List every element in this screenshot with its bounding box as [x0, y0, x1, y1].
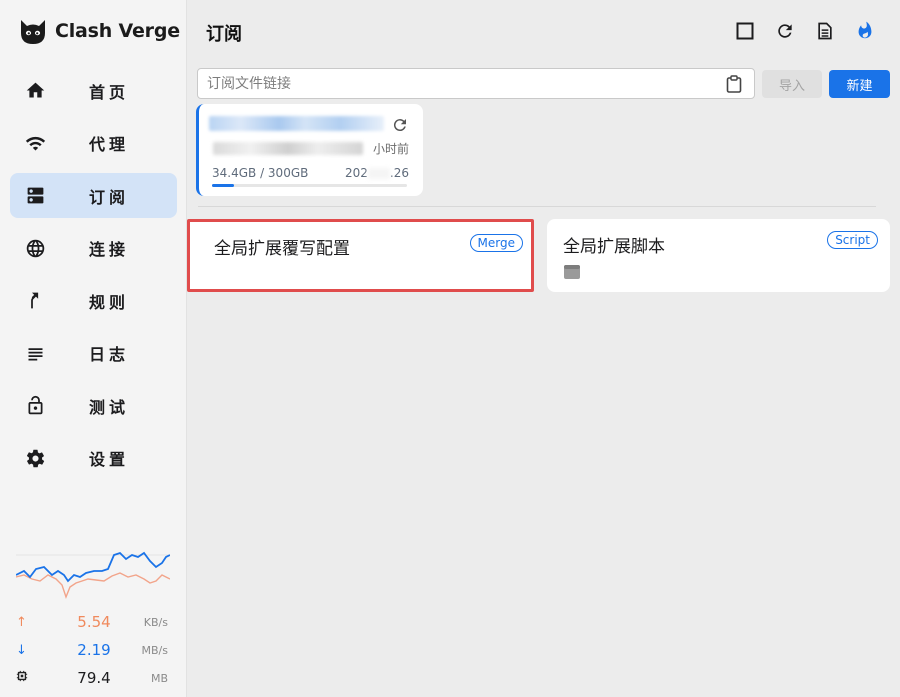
- memory-value: 79.4: [77, 669, 111, 687]
- profile-updated-time: 小时前: [372, 142, 409, 156]
- lock-icon: [23, 394, 47, 418]
- clipboard-icon[interactable]: [726, 75, 742, 93]
- sidebar-item-label: 设置: [89, 450, 130, 469]
- header-actions: [734, 20, 876, 42]
- script-profile-card[interactable]: 全局扩展脚本 Script: [547, 219, 890, 292]
- traffic-graph: [16, 551, 170, 600]
- theme-button[interactable]: [854, 20, 876, 42]
- sidebar-item-label: 测试: [89, 397, 130, 417]
- sidebar-nav: 首页 代理 订阅 连接 规则 日志 测试 设置: [10, 68, 177, 488]
- download-value: 2.19: [77, 641, 111, 659]
- sidebar-item-connections[interactable]: 连接: [10, 226, 177, 271]
- sidebar-item-test[interactable]: 测试: [10, 383, 177, 428]
- sidebar-item-label: 日志: [89, 345, 130, 364]
- sidebar-item-label: 连接: [89, 240, 130, 259]
- sidebar-item-label: 订阅: [89, 187, 130, 207]
- gear-icon: [23, 446, 47, 470]
- memory-chip-icon: [16, 670, 34, 686]
- usage-progress-fill: [212, 184, 235, 187]
- section-divider: [198, 206, 876, 207]
- sidebar-item-settings[interactable]: 设置: [10, 436, 177, 481]
- profile-name-redacted: [209, 116, 384, 131]
- usage-progress-bar: [212, 184, 407, 187]
- script-card-title: 全局扩展脚本: [563, 237, 665, 257]
- refresh-icon[interactable]: [391, 116, 409, 134]
- redacted-blot: [367, 168, 390, 179]
- sidebar-item-rules[interactable]: 规则: [10, 278, 177, 323]
- merge-card-title: 全局扩展覆写配置: [214, 239, 350, 259]
- wifi-icon: [23, 131, 47, 155]
- sidebar-item-proxy[interactable]: 代理: [10, 121, 177, 166]
- upload-stat: ↑ 5.54 KB/s: [16, 608, 170, 636]
- sidebar-item-label: 首页: [89, 82, 130, 102]
- fire-icon: [858, 21, 872, 39]
- import-button[interactable]: 导入: [762, 70, 822, 98]
- sidebar-item-logs[interactable]: 日志: [10, 331, 177, 376]
- page-title: 订阅: [206, 24, 242, 45]
- script-tag: Script: [827, 231, 878, 249]
- refresh-button[interactable]: [774, 20, 796, 42]
- document-icon: [818, 22, 832, 40]
- list-icon: [23, 341, 47, 365]
- arrow-down-icon: ↓: [16, 642, 27, 658]
- app-name: Clash Verge: [55, 20, 180, 42]
- arrow-up-icon: ↑: [16, 614, 27, 630]
- profile-url-redacted: [213, 142, 363, 155]
- profile-expire: 202.26: [345, 166, 409, 180]
- home-icon: [23, 79, 47, 103]
- script-file-icon: [564, 265, 580, 279]
- sidebar-item-label: 代理: [89, 135, 130, 154]
- merge-profile-card[interactable]: 全局扩展覆写配置 Merge: [187, 219, 534, 292]
- sidebar: Clash Verge 首页 代理 订阅 连接 规则 日志 测试 设置 ↑ 5.…: [0, 0, 187, 697]
- app-logo: Clash Verge: [18, 16, 180, 46]
- fork-icon: [23, 289, 47, 313]
- cat-logo-icon: [21, 20, 45, 44]
- logs-button[interactable]: [814, 20, 836, 42]
- sidebar-item-subscribe[interactable]: 订阅: [10, 173, 177, 218]
- profile-expire-prefix: 202: [345, 166, 368, 180]
- subscription-url-field[interactable]: [197, 68, 755, 99]
- upload-line: [16, 572, 170, 600]
- download-stat: ↓ 2.19 MB/s: [16, 636, 170, 664]
- traffic-stats: ↑ 5.54 KB/s ↓ 2.19 MB/s 79.4 MB: [16, 608, 170, 692]
- subscription-url-input[interactable]: [207, 75, 707, 92]
- download-unit: MB/s: [141, 643, 168, 657]
- profile-usage: 34.4GB / 300GB: [212, 166, 309, 180]
- profile-expire-suffix: .26: [389, 166, 409, 180]
- sidebar-item-label: 规则: [89, 292, 130, 312]
- download-line: [16, 551, 170, 583]
- memory-unit: MB: [150, 671, 168, 685]
- memory-stat: 79.4 MB: [16, 664, 170, 692]
- merge-tag: Merge: [469, 234, 523, 252]
- square-icon: [736, 22, 754, 40]
- upload-unit: KB/s: [143, 615, 168, 629]
- globe-icon: [23, 236, 47, 260]
- dns-icon: [23, 184, 47, 208]
- upload-value: 5.54: [77, 613, 111, 631]
- maximize-button[interactable]: [734, 20, 756, 42]
- sidebar-item-home[interactable]: 首页: [10, 68, 177, 113]
- refresh-icon: [778, 24, 792, 38]
- new-button[interactable]: 新建: [829, 70, 890, 98]
- profile-card[interactable]: 小时前 34.4GB / 300GB 202.26: [196, 104, 423, 196]
